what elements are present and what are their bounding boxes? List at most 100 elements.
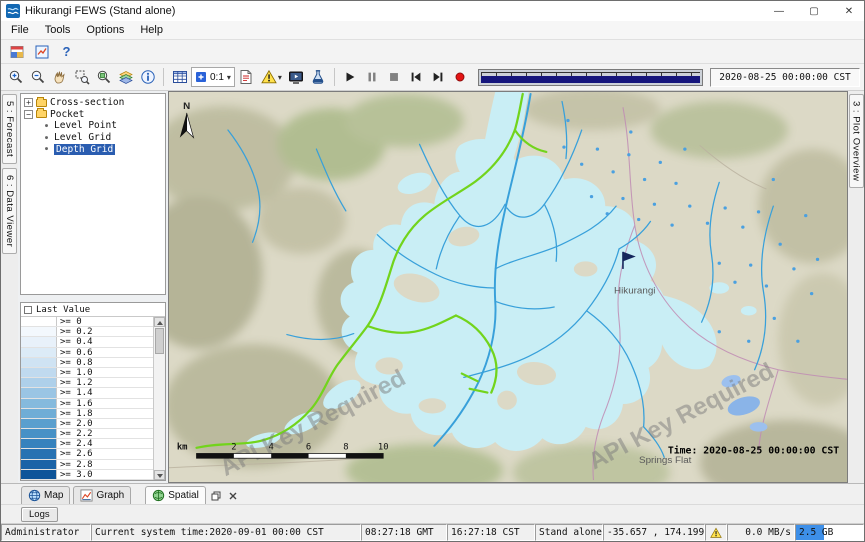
step-back-button[interactable] [406,67,427,88]
menu-tools[interactable]: Tools [37,22,79,38]
interval-icon [195,71,207,83]
right-tab-strip: 3 : Plot Overview [848,91,864,483]
undock-panel-button[interactable] [209,488,223,504]
status-net-speed: 0.0 MB/s [727,524,795,541]
left-tab-strip: 5 : Forecast 6 : Data Viewer [1,91,18,483]
play-icon [343,70,357,84]
map-toolbar: 0:1 ▾ ▾ [1,64,864,91]
database-icon [9,44,25,60]
legend-label: >= 0 [57,317,82,326]
interval-dropdown[interactable]: 0:1 ▾ [191,67,235,87]
legend-swatch [21,470,57,479]
map-viewport[interactable]: Hikurangi Springs Flat API Key Required … [168,91,848,483]
legend-swatch [21,460,57,469]
layers-tree: + Cross-section − Pocket ● Level Point ●… [20,93,166,295]
scroll-up-icon[interactable] [154,317,165,327]
menu-options[interactable]: Options [78,22,132,38]
logs-button[interactable]: Logs [21,507,58,522]
scroll-down-icon[interactable] [154,470,165,480]
zoom-out-button[interactable] [27,67,48,88]
sidebar-tab-forecast[interactable]: 5 : Forecast [2,94,17,164]
grid-display-button[interactable] [169,67,190,88]
legend-row: >= 0.8 [21,358,153,368]
legend-row: >= 0 [21,317,153,327]
movie-player-button[interactable] [286,67,307,88]
tree-item-label: Cross-section [50,97,124,108]
tree-item-cross-section[interactable]: + Cross-section [24,97,165,109]
legend-scrollbar[interactable] [153,317,165,480]
scale-unit: km [177,443,188,453]
run-task-button[interactable] [308,67,329,88]
help-button[interactable]: ? [56,41,77,62]
collapse-icon[interactable]: − [24,110,33,119]
sidebar-tab-plot-overview[interactable]: 3 : Plot Overview [849,94,864,188]
stop-button[interactable] [384,67,405,88]
tree-item-label: Pocket [50,109,84,120]
toolbar-separator [163,68,164,86]
legend-swatch [21,348,57,357]
expand-icon[interactable]: + [24,98,33,107]
info-button[interactable] [137,67,158,88]
layers-button[interactable] [115,67,136,88]
sidebar-tab-data-viewer[interactable]: 6 : Data Viewer [2,168,17,254]
spatial-icon [152,489,165,502]
bullet-icon: ● [42,146,51,152]
tab-label: Spatial [168,490,199,501]
tree-item-label: Level Grid [54,132,111,143]
record-button[interactable] [450,67,471,88]
display-explorer-button[interactable] [31,41,52,62]
pan-hand-icon [52,69,68,85]
maximize-button[interactable]: ▢ [799,1,829,21]
menu-help[interactable]: Help [132,22,171,38]
time-slider[interactable] [478,69,703,86]
tab-label: Graph [96,490,124,501]
globe-icon [28,489,41,502]
tree-item-level-point[interactable]: ● Level Point [24,120,165,132]
zoom-extent-button[interactable] [93,67,114,88]
stop-icon [387,70,401,84]
tree-item-depth-grid[interactable]: ● Depth Grid [24,143,165,155]
legend-row: >= 0.4 [21,337,153,347]
zoom-in-button[interactable] [5,67,26,88]
pan-button[interactable] [49,67,70,88]
record-icon [453,70,467,84]
minimize-button[interactable]: — [764,1,794,21]
tab-graph[interactable]: Graph [73,486,131,504]
warning-icon [261,69,277,85]
bullet-icon: ● [42,135,51,141]
legend-label: >= 0.2 [57,327,93,336]
status-local-time: 16:27:18 CST [447,524,535,541]
legend-label: >= 2.6 [57,449,93,458]
play-button[interactable] [340,67,361,88]
scrollbar-thumb[interactable] [155,328,164,354]
legend-swatch [21,327,57,336]
map-time-label: Time: 2020-08-25 00:00:00 CST [668,445,839,457]
menu-file[interactable]: File [3,22,37,38]
legend-swatch [21,439,57,448]
pause-button[interactable] [362,67,383,88]
database-button[interactable] [6,41,27,62]
tab-spatial[interactable]: Spatial [145,486,206,504]
warning-dropdown[interactable]: ▾ [258,67,285,88]
chevron-down-icon: ▾ [278,73,282,82]
status-warning[interactable] [705,524,727,541]
tab-map[interactable]: Map [21,486,70,504]
legend-label: >= 3.0 [57,470,93,479]
scale-tick: 6 [306,443,311,453]
profile-document-button[interactable] [236,67,257,88]
status-coordinates: -35.657 , 174.199 [603,524,705,541]
last-value-checkbox[interactable] [24,306,32,314]
legend-label: >= 0.4 [57,337,93,346]
time-slider-bar[interactable] [481,76,700,83]
close-panel-button[interactable] [226,488,240,504]
town-label-hikurangi: Hikurangi [614,286,655,297]
close-icon [228,491,238,501]
legend-swatch [21,419,57,428]
close-button[interactable]: ✕ [834,1,864,21]
step-forward-button[interactable] [428,67,449,88]
tree-item-pocket[interactable]: − Pocket [24,109,165,121]
tree-item-level-grid[interactable]: ● Level Grid [24,132,165,144]
status-bar: Administrator Current system time:2020-0… [1,523,864,541]
legend-label: >= 2.8 [57,460,93,469]
zoom-window-button[interactable] [71,67,92,88]
